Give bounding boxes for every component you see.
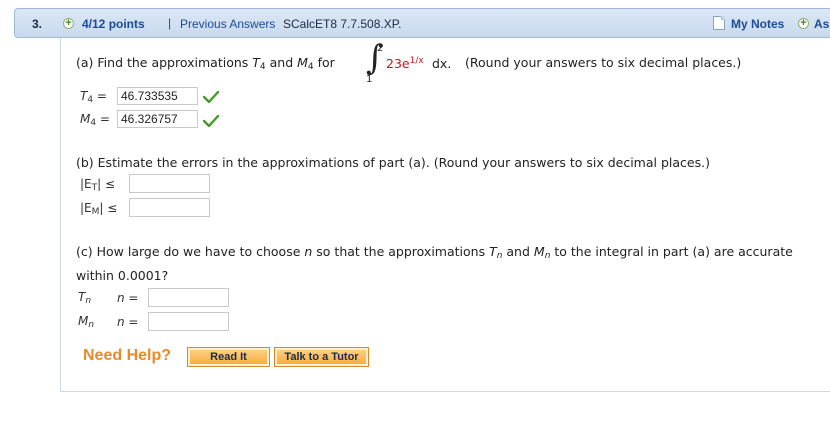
points-score: 4/12 points (82, 17, 145, 31)
part-c-prompt: (c) How large do we have to choose n so … (76, 244, 793, 261)
plus-icon: + (63, 18, 74, 29)
ask-link[interactable]: Ask Y (814, 17, 830, 31)
talk-to-tutor-button[interactable]: Talk to a Tutor (274, 347, 369, 367)
question-panel: 3. + 4/12 points | Previous Answers SCal… (0, 0, 830, 439)
t4-label: T4 = (80, 89, 107, 105)
mn-n-equals: n = (117, 315, 139, 329)
integral-dx: dx. (432, 56, 452, 71)
note-icon[interactable] (713, 16, 725, 30)
plus-icon[interactable]: + (798, 18, 809, 29)
my-notes-link[interactable]: My Notes (731, 17, 784, 31)
need-help-label: Need Help? (83, 347, 172, 364)
separator: | (168, 16, 172, 30)
part-a-prompt: (a) Find the approximations T4 and M4 fo… (76, 55, 335, 72)
mn-answer-field[interactable] (148, 312, 229, 331)
et-label: |ET| ≤ (80, 177, 116, 193)
t4-answer-field[interactable]: 46.733535 (117, 87, 198, 105)
check-icon (203, 91, 219, 103)
et-answer-field[interactable] (129, 174, 210, 193)
em-answer-field[interactable] (129, 198, 210, 217)
mn-label: Mn (78, 314, 95, 330)
tn-n-equals: n = (117, 291, 139, 305)
part-b-prompt: (b) Estimate the errors in the approxima… (76, 155, 710, 170)
part-a-instruction: (Round your answers to six decimal place… (465, 55, 742, 70)
previous-answers-link[interactable]: Previous Answers (180, 17, 275, 31)
question-number: 3. (32, 17, 43, 31)
tn-label: Tn (78, 290, 92, 306)
read-it-button[interactable]: Read It (187, 347, 270, 367)
part-c-prompt-line2: within 0.0001? (76, 268, 169, 283)
integrand: 23e1/x (386, 56, 424, 72)
m4-label: M4 = (80, 112, 110, 128)
integral-upper-limit: 2 (377, 43, 384, 54)
tn-answer-field[interactable] (148, 288, 229, 307)
problem-id: SCalcET8 7.7.508.XP. (283, 17, 402, 31)
check-icon (203, 115, 219, 127)
question-header: 3. + 4/12 points | Previous Answers SCal… (14, 8, 830, 38)
integral-lower-limit: 1 (366, 74, 373, 85)
em-label: |EM| ≤ (80, 201, 118, 217)
m4-answer-field[interactable]: 46.326757 (117, 110, 198, 128)
